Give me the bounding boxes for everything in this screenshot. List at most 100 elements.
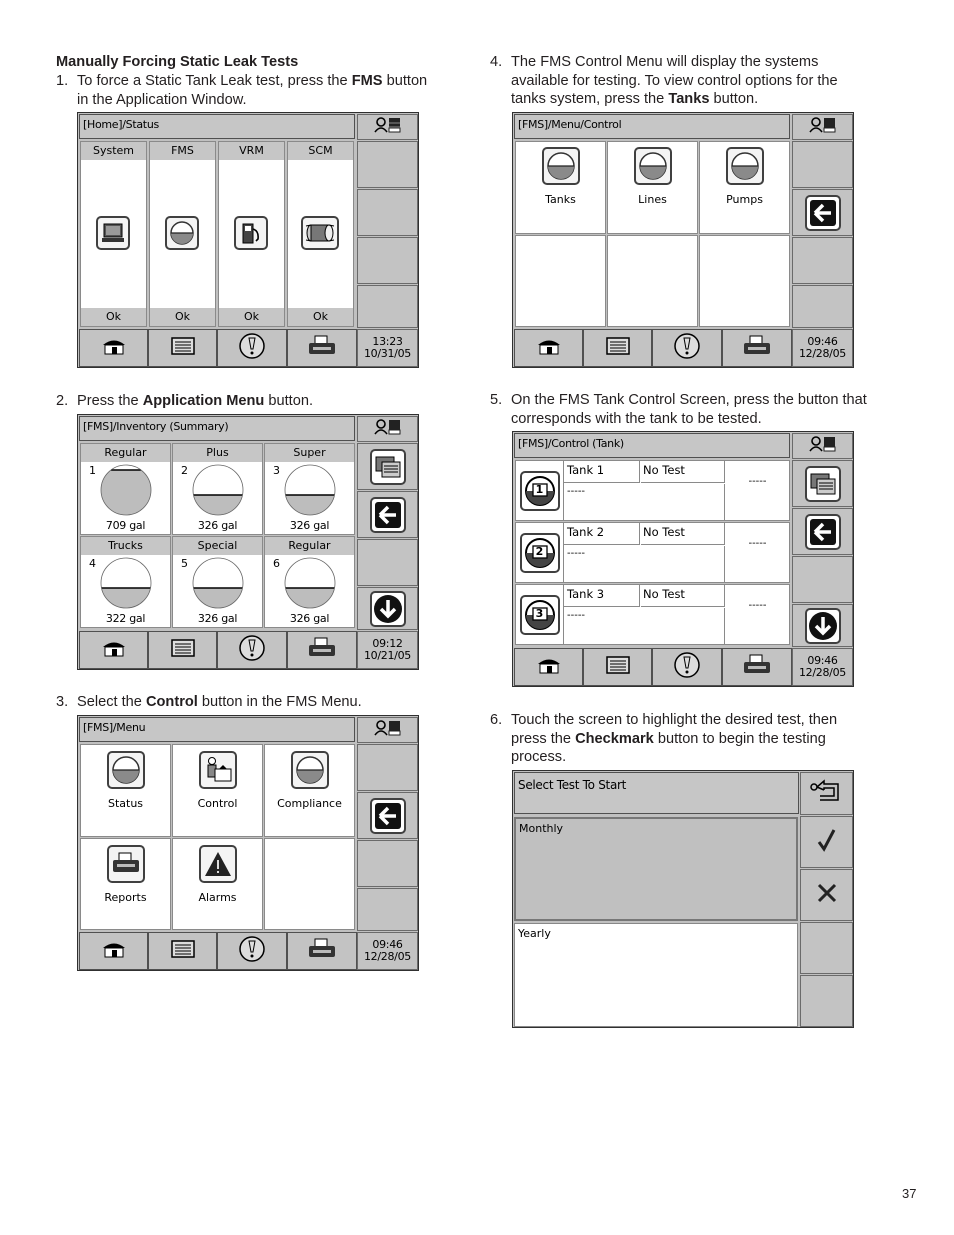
test-option-yearly[interactable]: Yearly (514, 923, 798, 1027)
application-menu-button[interactable] (792, 460, 853, 507)
fms-menu-grid: Status Control Compliance Reports Alarms (79, 744, 355, 930)
tank-tile[interactable]: Plus 2 326 gal (172, 443, 263, 535)
tank-select-button[interactable]: 2 (516, 523, 564, 582)
application-menu-button[interactable] (357, 443, 418, 490)
tank-number: 2 (535, 545, 544, 558)
side-button-3[interactable] (357, 840, 418, 887)
scroll-down-button[interactable] (792, 604, 853, 647)
tank-tile[interactable]: Trucks 4 322 gal (80, 536, 171, 628)
status-column-vrm[interactable]: VRM Ok (218, 141, 285, 327)
print-button[interactable] (722, 329, 792, 367)
status-column-fms[interactable]: FMS Ok (149, 141, 216, 327)
alarm-button[interactable] (652, 648, 722, 686)
exclamation-icon (238, 935, 266, 967)
menu-item-compliance[interactable]: Compliance (264, 744, 355, 837)
side-button-empty[interactable] (800, 922, 853, 974)
select-test-screen: Select Test To Start Monthly Yearly (512, 770, 854, 1028)
menu-item-alarms[interactable]: Alarms (172, 838, 263, 930)
tank-row[interactable]: 3 Tank 3 No Test ----- ----- (515, 584, 790, 645)
back-button[interactable] (357, 491, 418, 538)
application-menu-button[interactable] (583, 329, 652, 367)
home-button[interactable] (514, 648, 583, 686)
checkmark-button[interactable] (800, 816, 853, 868)
side-button-3[interactable] (792, 237, 853, 284)
home-button[interactable] (79, 631, 148, 669)
user-button[interactable] (357, 416, 418, 442)
exclamation-icon (673, 651, 701, 683)
print-button[interactable] (722, 648, 792, 686)
menu-item-status[interactable]: Status (80, 744, 171, 837)
user-button[interactable] (357, 114, 418, 140)
tank-select-button[interactable]: 3 (516, 585, 564, 644)
tank-icon (541, 147, 580, 185)
tank-row[interactable]: 2 Tank 2 No Test ----- ----- (515, 522, 790, 583)
side-button-4[interactable] (357, 888, 418, 931)
control-item-empty (699, 235, 790, 327)
control-item-empty (607, 235, 698, 327)
application-menu-button[interactable] (583, 648, 652, 686)
tank-select-button[interactable]: 1 (516, 461, 564, 520)
control-item-lines[interactable]: Lines (607, 141, 698, 234)
tank-fill-level (101, 588, 151, 608)
step-3: 3. Select the Control button in the FMS M… (56, 694, 362, 710)
home-button[interactable] (79, 932, 148, 970)
test-option-monthly[interactable]: Monthly (514, 817, 798, 921)
side-button-1[interactable] (792, 141, 853, 188)
user-button[interactable] (357, 717, 418, 743)
tank-number: 3 (535, 607, 544, 620)
tank-gauge-icon (284, 557, 336, 609)
tank-row[interactable]: 1 Tank 1 No Test ----- ----- (515, 460, 790, 521)
exit-button[interactable] (800, 772, 853, 815)
side-button-1[interactable] (357, 141, 418, 188)
side-button-4[interactable] (357, 285, 418, 328)
alarm-button[interactable] (217, 329, 287, 367)
tank-volume: 326 gal (289, 612, 330, 625)
application-menu-button[interactable] (148, 631, 217, 669)
side-button-2[interactable] (357, 189, 418, 236)
back-button[interactable] (792, 189, 853, 236)
tank-tile[interactable]: Regular 6 326 gal (264, 536, 355, 628)
print-button[interactable] (287, 631, 357, 669)
side-button-3[interactable] (357, 237, 418, 284)
home-icon (101, 639, 127, 661)
user-button[interactable] (792, 114, 853, 140)
back-button[interactable] (792, 508, 853, 555)
side-button-1[interactable] (357, 744, 418, 791)
fms-menu-screen: [FMS]/Menu 09:46 12/28/05 Status Control … (77, 715, 419, 971)
status-panel: System Ok FMS Ok VRM Ok SCM Ok (79, 141, 355, 327)
status-column-system[interactable]: System Ok (80, 141, 147, 327)
exclamation-icon (673, 332, 701, 364)
cancel-button[interactable] (800, 869, 853, 921)
status-column-scm[interactable]: SCM Ok (287, 141, 354, 327)
control-item-pumps[interactable]: Pumps (699, 141, 790, 234)
menu-item-control[interactable]: Control (172, 744, 263, 837)
tank-tile[interactable]: Special 5 326 gal (172, 536, 263, 628)
back-arrow-icon (369, 496, 406, 533)
alarm-button[interactable] (217, 631, 287, 669)
footer-bar (79, 631, 418, 669)
application-menu-button[interactable] (148, 932, 217, 970)
numbered-tank-icon: 1 (519, 470, 560, 511)
side-button-empty[interactable] (792, 556, 853, 603)
scroll-down-button[interactable] (357, 587, 418, 630)
tank-control-list: 1 Tank 1 No Test ----- ----- 2 Tank 2 No Test --… (514, 460, 790, 646)
home-icon (101, 337, 127, 359)
tank-tile[interactable]: Regular 1 709 gal (80, 443, 171, 535)
home-button[interactable] (79, 329, 148, 367)
back-button[interactable] (357, 792, 418, 839)
print-button[interactable] (287, 932, 357, 970)
menu-item-reports[interactable]: Reports (80, 838, 171, 930)
user-button[interactable] (792, 433, 853, 459)
application-menu-button[interactable] (148, 329, 217, 367)
side-button-4[interactable] (792, 285, 853, 328)
home-button[interactable] (514, 329, 583, 367)
side-button-empty[interactable] (357, 539, 418, 586)
tank-test-detail: ----- (564, 546, 725, 582)
alarm-button[interactable] (652, 329, 722, 367)
side-button-empty[interactable] (800, 975, 853, 1027)
screen-title: [FMS]/Menu (79, 717, 355, 742)
alarm-button[interactable] (217, 932, 287, 970)
tank-tile[interactable]: Super 3 326 gal (264, 443, 355, 535)
control-item-tanks[interactable]: Tanks (515, 141, 606, 234)
print-button[interactable] (287, 329, 357, 367)
